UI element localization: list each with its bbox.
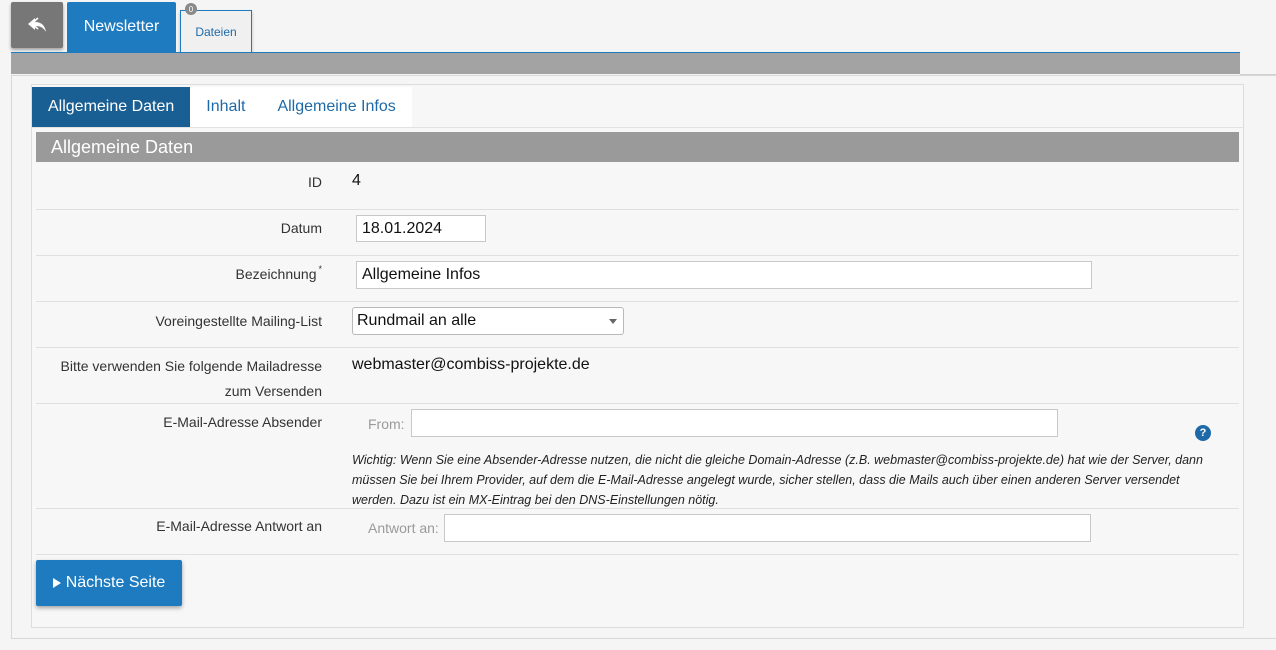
mailing-list-selected: Rundmail an alle	[357, 312, 477, 329]
absender-input[interactable]	[411, 409, 1058, 437]
row-divider	[36, 209, 1239, 210]
tab-inhalt[interactable]: Inhalt	[190, 87, 262, 127]
row-divider	[36, 255, 1239, 256]
tab-allgemeine-infos[interactable]: Allgemeine Infos	[261, 87, 412, 127]
section-title: Allgemeine Daten	[36, 132, 1239, 162]
antwort-label: E-Mail-Adresse Antwort an	[156, 518, 322, 534]
form-panel	[31, 84, 1244, 628]
subtab-divider	[32, 127, 1243, 128]
row-divider	[36, 301, 1239, 302]
datum-input[interactable]	[356, 215, 486, 242]
mailing-list-label: Voreingestellte Mailing-List	[155, 313, 322, 329]
chevron-down-icon	[609, 319, 617, 324]
row-divider	[36, 554, 1239, 555]
mailadresse-label-line2: zum Versenden	[224, 383, 322, 399]
datum-label: Datum	[280, 220, 322, 236]
absender-note: Wichtig: Wenn Sie eine Absender-Adresse …	[352, 453, 1203, 507]
antwort-prefix: Antwort an:	[368, 520, 439, 536]
row-divider	[36, 508, 1239, 509]
next-page-label: Nächste Seite	[65, 574, 166, 591]
row-divider	[36, 403, 1239, 404]
help-icon[interactable]: ?	[1195, 425, 1211, 441]
subtabs: Allgemeine Daten Inhalt Allgemeine Infos	[32, 87, 412, 127]
id-value: 4	[352, 172, 361, 189]
antwort-input[interactable]	[444, 514, 1091, 542]
bezeichnung-label: Bezeichnung *	[235, 264, 322, 282]
from-prefix: From:	[368, 416, 405, 432]
tab-allgemeine-daten[interactable]: Allgemeine Daten	[32, 87, 191, 127]
tab-newsletter[interactable]: Newsletter	[67, 2, 176, 52]
bezeichnung-input[interactable]	[356, 261, 1092, 289]
undo-arrow-icon	[28, 17, 46, 32]
back-button[interactable]	[11, 2, 63, 48]
row-divider	[36, 347, 1239, 348]
file-count-badge: 0	[185, 3, 197, 15]
absender-label: E-Mail-Adresse Absender	[163, 414, 322, 430]
required-mark: *	[318, 264, 322, 274]
mailing-list-select[interactable]: Rundmail an alle	[352, 307, 624, 335]
mailadresse-value: webmaster@combiss-projekte.de	[352, 356, 590, 373]
id-label: ID	[308, 174, 322, 190]
next-page-button[interactable]: Nächste Seite	[36, 560, 182, 606]
mailadresse-label-line1: Bitte verwenden Sie folgende Mailadresse	[60, 358, 323, 374]
toolbar-strip	[11, 53, 1240, 74]
top-bar: Newsletter Dateien 0	[0, 0, 1276, 76]
play-icon	[52, 578, 61, 588]
tab-dateien[interactable]: Dateien	[180, 10, 252, 52]
bezeichnung-label-text: Bezeichnung	[235, 266, 317, 282]
